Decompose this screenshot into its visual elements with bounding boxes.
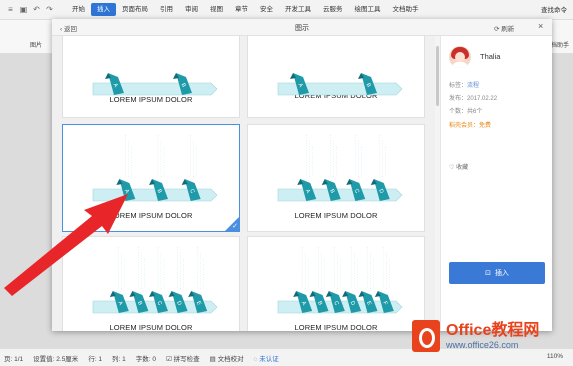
date-value: 2017.02.22	[467, 96, 498, 102]
insert-label: 插入	[494, 270, 509, 277]
tag-row: 标签：流程	[449, 80, 479, 89]
spell-label: 拼写检查	[173, 355, 200, 363]
vip-label: 稻壳会员：	[449, 123, 480, 129]
date-label: 发布：	[449, 96, 468, 102]
menu-review[interactable]: 审阅	[179, 3, 204, 16]
author-avatar	[449, 46, 471, 68]
insert-icon: ⊡	[485, 270, 491, 277]
status-row: 行: 1	[88, 355, 103, 363]
status-page: 页: 1/1	[4, 355, 24, 363]
menu-assistant[interactable]: 文档助手	[387, 3, 425, 16]
dialog-title: 图示	[295, 25, 309, 32]
tag-value[interactable]: 流程	[467, 83, 479, 89]
menu-icon[interactable]: ≡	[6, 5, 15, 14]
heart-icon: ♡	[449, 165, 455, 171]
count-row: 个数：共6个	[449, 106, 482, 115]
menu-view[interactable]: 视图	[204, 3, 229, 16]
vip-value: 免费	[479, 123, 492, 129]
template-card[interactable]: LOREM IPSUM DOLOR AB	[247, 36, 425, 118]
watermark: Office教程网 www.office26.com	[412, 314, 570, 358]
menu-security[interactable]: 安全	[254, 3, 279, 16]
undo-icon[interactable]: ↶	[32, 5, 41, 14]
refresh-label: 刷新	[501, 26, 515, 33]
ribbon-diagram: AB	[92, 73, 218, 96]
doc-check-button[interactable]: ▤ 文档校对	[210, 353, 244, 363]
status-col: 列: 1	[112, 355, 126, 363]
picture-button[interactable]: 图片	[30, 40, 42, 49]
date-row: 发布：2017.02.22	[449, 93, 497, 102]
close-icon[interactable]: ×	[538, 22, 543, 31]
template-card[interactable]: LOREM IPSUM DOLOR AB	[62, 36, 240, 118]
menu-devtools[interactable]: 开发工具	[279, 3, 317, 16]
unauth-label: 未认证	[259, 355, 279, 363]
spell-check-button[interactable]: ☑ 拼写检查	[166, 353, 200, 363]
refresh-button[interactable]: ⟳ 刷新	[494, 23, 514, 33]
count-label: 个数：	[449, 109, 468, 115]
ribbon-diagram: ABCD	[277, 135, 403, 202]
ribbon-diagram: ABCDEF	[277, 247, 403, 314]
menu-section[interactable]: 章节	[229, 3, 254, 16]
ribbon-diagram: AB	[277, 73, 403, 96]
save-icon[interactable]: ▣	[19, 5, 28, 14]
menu-insert[interactable]: 插入	[91, 3, 116, 16]
count-value: 共6个	[467, 109, 483, 115]
vip-row: 稻壳会员：免费	[449, 120, 491, 129]
office-logo-icon	[412, 320, 440, 352]
search-command[interactable]: 查找命令	[541, 4, 567, 14]
main-menu: 开始 插入 页面布局 引用 审阅 视图 章节 安全 开发工具 云服务 绘图工具 …	[66, 3, 425, 16]
template-card[interactable]: LOREM IPSUM DOLOR ABCDEF	[247, 236, 425, 331]
menu-reference[interactable]: 引用	[154, 3, 179, 16]
menu-bar: ≡ ▣ ↶ ↷ 开始 插入 页面布局 引用 审阅 视图 章节 安全 开发工具 云…	[0, 0, 573, 20]
dialog-header: ‹ 返回 图示 ⟳ 刷新 ×	[52, 19, 552, 36]
watermark-title: Office教程网	[446, 322, 540, 339]
check-label: 文档校对	[217, 355, 244, 363]
redo-icon[interactable]: ↷	[45, 5, 54, 14]
insert-button[interactable]: ⊡ 插入	[449, 262, 545, 284]
scroll-thumb[interactable]	[436, 46, 439, 106]
favorite-button[interactable]: ♡ 收藏	[449, 162, 468, 171]
status-setting: 设置值: 2.5厘米	[33, 355, 79, 363]
unauth-button[interactable]: ◌ 未认证	[254, 353, 279, 363]
watermark-url: www.office26.com	[446, 340, 519, 350]
menu-layout[interactable]: 页面布局	[116, 3, 154, 16]
template-card[interactable]: LOREM IPSUM DOLOR ABCD	[247, 124, 425, 232]
author-name: Thalia	[480, 52, 501, 61]
menu-cloud[interactable]: 云服务	[317, 3, 349, 16]
menu-start[interactable]: 开始	[66, 3, 91, 16]
red-arrow-annotation	[4, 194, 128, 296]
tag-label: 标签：	[449, 83, 468, 89]
favorite-label: 收藏	[456, 165, 469, 171]
detail-panel: Thalia 标签：流程 发布：2017.02.22 个数：共6个 稻壳会员：免…	[440, 36, 552, 331]
menu-drawing[interactable]: 绘图工具	[349, 3, 387, 16]
status-chars[interactable]: 字数: 0	[136, 353, 156, 363]
